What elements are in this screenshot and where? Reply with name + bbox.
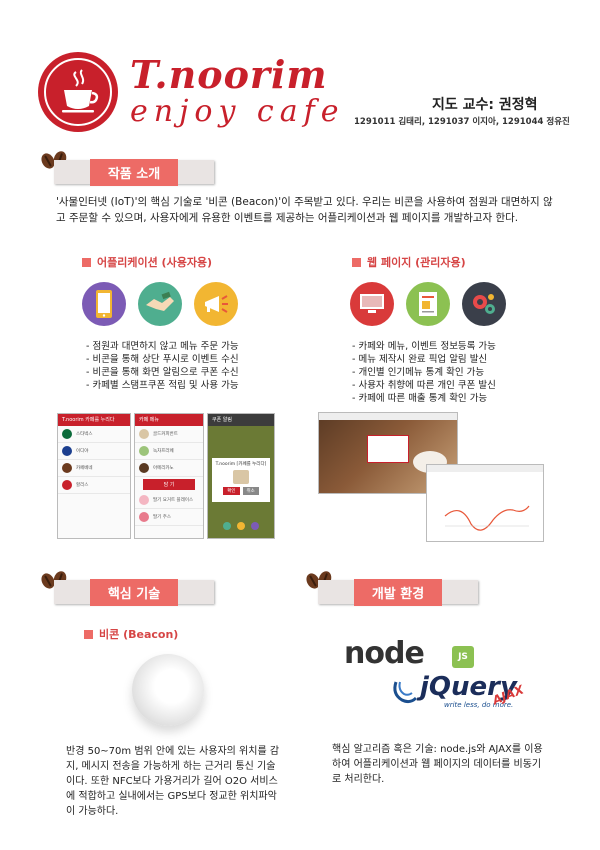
list-item: 카페에 따른 매출 통계 확인 가능 xyxy=(352,392,496,405)
intro-text: '사물인터넷 (IoT)'의 핵심 기술로 '비콘 (Beacon)'이 주목받… xyxy=(56,196,553,224)
tech-subtitle: 비콘 (Beacon) xyxy=(84,626,178,642)
stats-line-graph xyxy=(444,505,530,531)
members-label: 1291011 김태리, 1291037 이지아, 1291044 정유진 xyxy=(354,117,570,127)
list-item: 카페별 스탬프쿠폰 적립 및 사용 가능 xyxy=(86,379,238,392)
monitor-icon xyxy=(350,282,394,326)
intro-title: 작품 소개 xyxy=(89,158,179,186)
brand-name: T.noorim xyxy=(130,52,328,97)
document-icon xyxy=(406,282,450,326)
nodejs-logo: node xyxy=(344,636,425,671)
gears-icon xyxy=(462,282,506,326)
jquery-swirl-icon xyxy=(393,681,418,704)
intro-banner: 작품 소개 xyxy=(54,158,214,186)
env-text: 핵심 알고리즘 혹은 기술: node.js와 AJAX를 이용하여 어플리케이… xyxy=(332,744,543,785)
smartphone-icon xyxy=(82,282,126,326)
megaphone-icon xyxy=(194,282,238,326)
web-screen-stats xyxy=(426,464,544,542)
app-subtitle: 어플리케이션 (사용자용) xyxy=(82,254,212,270)
web-subtitle: 웹 페이지 (관리자용) xyxy=(352,254,466,270)
app-screen-coupon: 쿠폰 알림 T.noorim [카페를 누리다] 확인 취소 xyxy=(207,413,275,539)
app-screen-cafe-list: T.noorim 카페를 누리다 스타벅스 이디야 카페베네 할리스 xyxy=(57,413,131,539)
tech-title: 핵심 기술 xyxy=(89,578,179,606)
coffee-cup-icon xyxy=(62,69,99,113)
add-button: 담 기 xyxy=(143,479,195,490)
list-item: 카페와 메뉴, 이벤트 정보등록 가능 xyxy=(352,340,495,353)
list-item: 비콘을 통해 상단 푸시로 이벤트 수신 xyxy=(86,353,238,366)
list-item: 비콘을 통해 화면 알림으로 쿠폰 수신 xyxy=(86,366,238,379)
list-item: 사용자 취향에 따른 개인 쿠폰 발신 xyxy=(352,379,495,392)
web-feature-list: 카페와 메뉴, 이벤트 정보등록 가능 메뉴 제작시 완료 픽업 알림 발신 개… xyxy=(352,340,496,405)
tech-banner: 핵심 기술 xyxy=(54,578,214,606)
brand-logo xyxy=(38,52,118,132)
app-screen-menu: 카페 메뉴 골드커피번트 녹차프라페 아메리카노 담 기 딸기 요거트 플레이스… xyxy=(134,413,204,539)
app-feature-list: 점원과 대면하지 않고 메뉴 주문 가능 비콘을 통해 상단 푸시로 이벤트 수… xyxy=(86,340,238,392)
handshake-icon xyxy=(138,282,182,326)
list-item: 개인별 인기메뉴 통계 확인 가능 xyxy=(352,366,496,379)
brand-tagline: enjoy cafe xyxy=(130,94,345,129)
nodejs-badge: JS xyxy=(452,646,474,668)
list-item: 메뉴 제작시 완료 픽업 알림 발신 xyxy=(352,353,496,366)
professor-label: 지도 교수: 권정혁 xyxy=(432,97,538,113)
env-banner: 개발 환경 xyxy=(318,578,478,606)
tech-text: 반경 50~70m 범위 안에 있는 사용자의 위치를 감지, 메시지 전송을 … xyxy=(66,746,280,817)
env-title: 개발 환경 xyxy=(353,578,443,606)
list-item: 점원과 대면하지 않고 메뉴 주문 가능 xyxy=(86,340,238,353)
beacon-device-image xyxy=(132,654,204,726)
